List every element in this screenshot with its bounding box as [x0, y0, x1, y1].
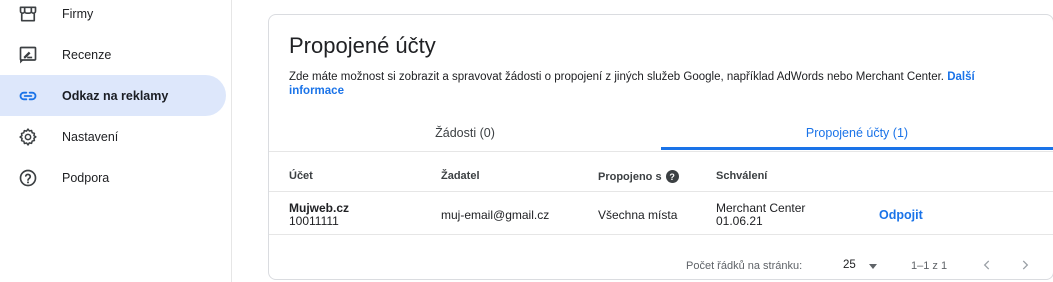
- sidebar-item-label: Podpora: [62, 170, 110, 185]
- rows-per-page-label: Počet řádků na stránku:: [686, 260, 803, 272]
- sidebar-item-label: Nastavení: [62, 129, 119, 144]
- sidebar-item-label: Firmy: [62, 6, 94, 21]
- sidebar-item-label: Odkaz na reklamy: [62, 88, 169, 103]
- help-circle-icon: [18, 168, 38, 188]
- page-title: Propojené účty: [289, 33, 436, 58]
- row-divider: [269, 234, 1053, 235]
- unlink-button[interactable]: Odpojit: [879, 208, 923, 222]
- sidebar-item-podpora[interactable]: Podpora: [0, 157, 226, 198]
- linked-accounts-card: Propojené účty Zde máte možnost si zobra…: [268, 14, 1053, 280]
- approval-cell: Merchant Center 01.06.21: [716, 202, 805, 228]
- sidebar-item-recenze[interactable]: Recenze: [0, 34, 226, 75]
- active-tab-indicator: [661, 147, 1053, 150]
- account-id: 10011111: [289, 214, 339, 228]
- column-header-account: Účet: [289, 170, 313, 182]
- sidebar-item-firmy[interactable]: Firmy: [0, 0, 226, 34]
- card-description: Zde máte možnost si zobrazit a spravovat…: [289, 70, 1029, 98]
- rows-per-page-value: 25: [843, 259, 856, 271]
- tab-requests[interactable]: Žádosti (0): [269, 115, 661, 151]
- tab-linked-accounts[interactable]: Propojené účty (1): [661, 115, 1053, 151]
- sidebar: Firmy Recenze Odkaz na reklamy Nastavení…: [0, 0, 232, 282]
- previous-page-button[interactable]: [977, 255, 997, 275]
- sidebar-item-label: Recenze: [62, 47, 112, 62]
- dropdown-caret-icon: [869, 264, 877, 269]
- pagination-range: 1–1 z 1: [911, 260, 948, 272]
- storefront-icon: [18, 4, 38, 24]
- tabs-divider: [269, 151, 1053, 152]
- chevron-right-icon: [1022, 260, 1029, 270]
- column-header-requester: Žadatel: [441, 170, 480, 182]
- rate-review-icon: [18, 45, 38, 65]
- header-divider: [269, 191, 1053, 192]
- approval-date: 01.06.21: [716, 214, 763, 228]
- help-icon[interactable]: ?: [665, 170, 679, 183]
- rows-per-page-select[interactable]: 25: [843, 254, 883, 276]
- tabs: Žádosti (0) Propojené účty (1): [269, 115, 1053, 152]
- chevron-left-icon: [983, 260, 990, 270]
- sidebar-item-nastaveni[interactable]: Nastavení: [0, 116, 226, 157]
- linked-with-value: Všechna místa: [598, 208, 678, 222]
- table-row: Mujweb.cz 10011111: [289, 202, 349, 228]
- link-icon: [18, 86, 38, 106]
- next-page-button[interactable]: [1015, 255, 1035, 275]
- gear-icon: [18, 127, 38, 147]
- column-header-linked-with: Propojeno s ?: [598, 170, 679, 183]
- column-header-approval: Schválení: [716, 170, 768, 182]
- sidebar-item-odkaz-na-reklamy[interactable]: Odkaz na reklamy: [0, 75, 226, 116]
- description-text: Zde máte možnost si zobrazit a spravovat…: [289, 71, 944, 83]
- requester-email: muj-email@gmail.cz: [441, 208, 550, 222]
